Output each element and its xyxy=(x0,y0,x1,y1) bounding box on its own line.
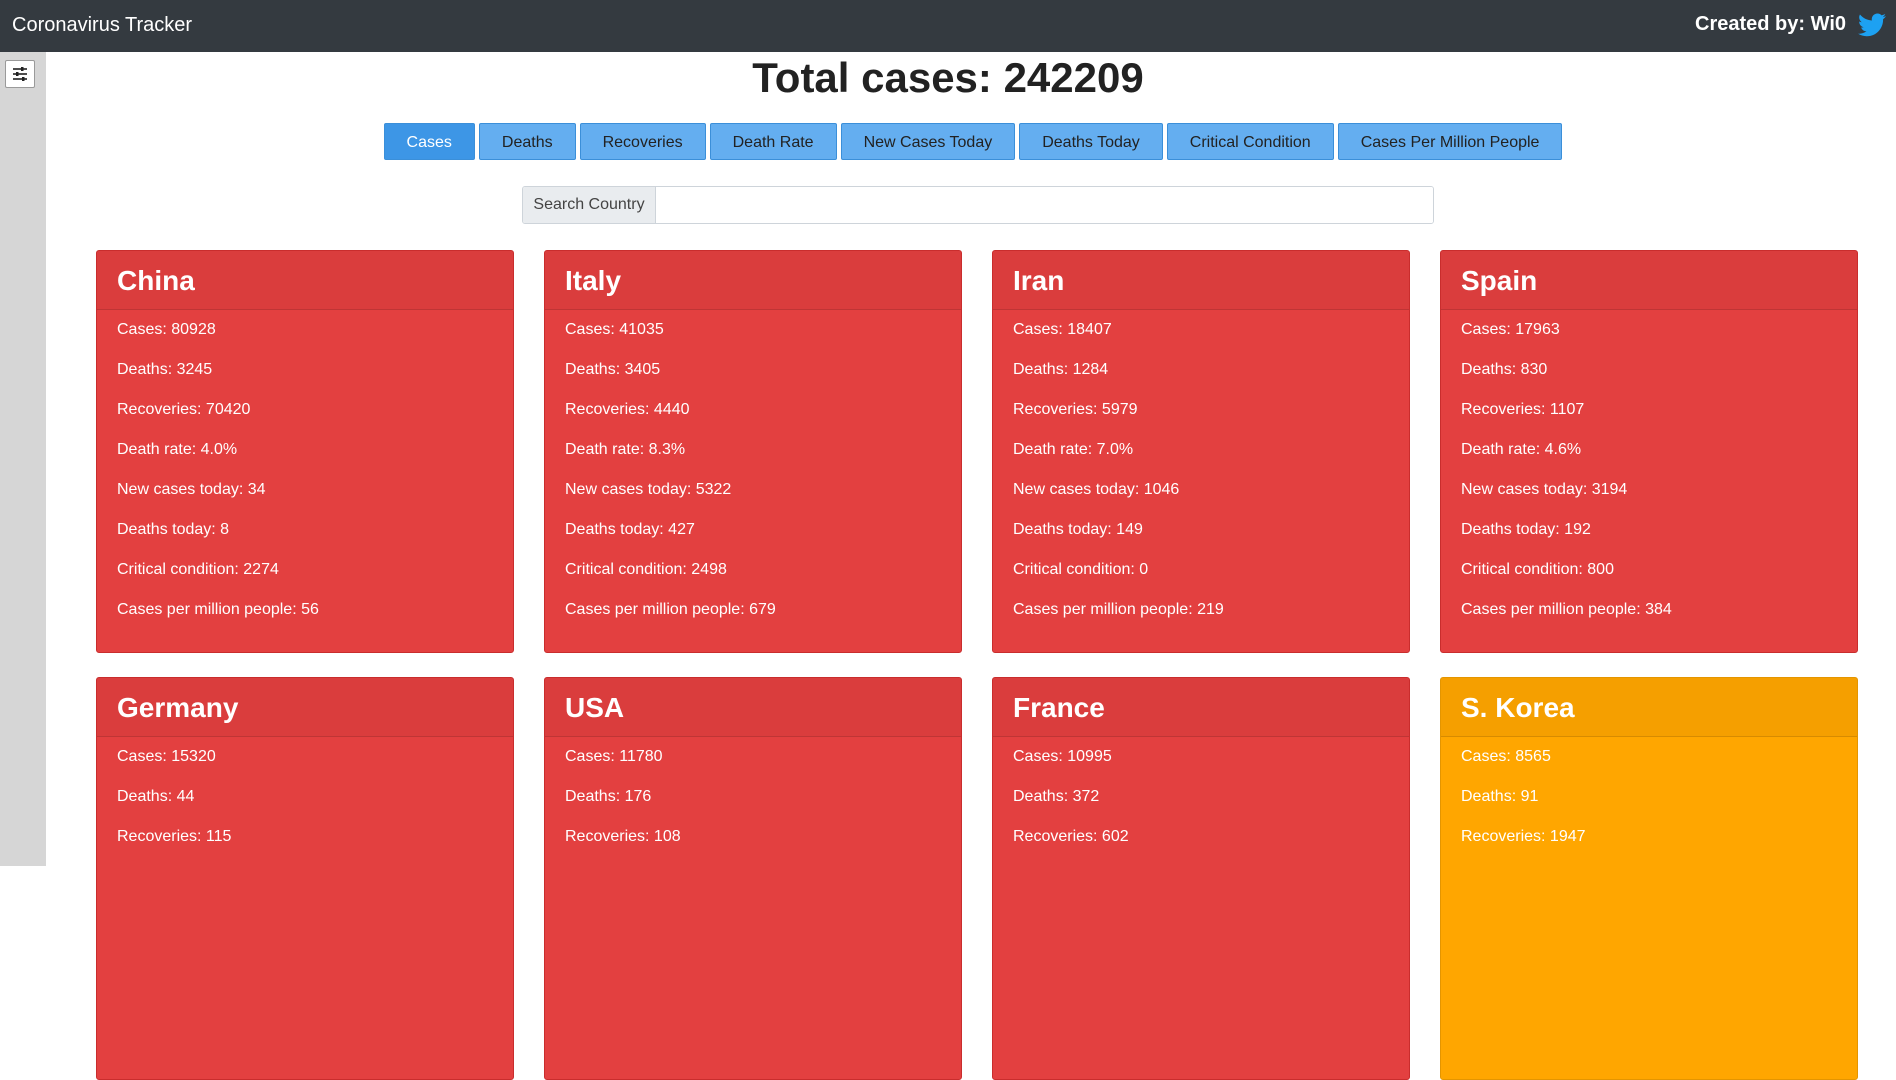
search-country-group: Search Country xyxy=(522,186,1434,224)
country-name: S. Korea xyxy=(1441,678,1857,737)
author-credit: Created by: Wi0 xyxy=(1695,13,1846,35)
country-name: Germany xyxy=(97,678,513,737)
sort-death-rate-button[interactable]: Death Rate xyxy=(709,123,837,160)
country-stat: Deaths: 176 xyxy=(565,788,652,805)
sort-new-cases-today-button[interactable]: New Cases Today xyxy=(840,123,1016,160)
app-title[interactable]: Coronavirus Tracker xyxy=(12,14,192,37)
country-stat: Cases per million people: 679 xyxy=(565,601,776,618)
country-stat: Recoveries: 602 xyxy=(1013,828,1129,845)
country-stat: New cases today: 34 xyxy=(117,481,266,498)
country-card: China Cases: 80928 Deaths: 3245 Recoveries:… xyxy=(96,250,514,653)
sort-cases-button[interactable]: Cases xyxy=(383,123,475,160)
country-stat: Deaths: 830 xyxy=(1461,361,1548,378)
country-stat: New cases today: 3194 xyxy=(1461,481,1628,498)
country-stat: Deaths: 372 xyxy=(1013,788,1100,805)
country-stat: Death rate: 7.0% xyxy=(1013,441,1134,458)
country-stat: New cases today: 1046 xyxy=(1013,481,1180,498)
country-stat: Recoveries: 115 xyxy=(117,828,232,845)
country-stat: Cases per million people: 56 xyxy=(117,601,319,618)
country-stat: Deaths: 1284 xyxy=(1013,361,1109,378)
country-stat: Cases: 17963 xyxy=(1461,321,1560,338)
country-stat: Cases: 10995 xyxy=(1013,748,1112,765)
search-country-label: Search Country xyxy=(523,187,656,223)
country-stat: Recoveries: 1947 xyxy=(1461,828,1586,845)
country-stat: Recoveries: 5979 xyxy=(1013,401,1138,418)
country-card: Spain Cases: 17963 Deaths: 830 Recoveries: … xyxy=(1440,250,1858,653)
country-stat: Cases per million people: 384 xyxy=(1461,601,1672,618)
country-card: Germany Cases: 15320 Deaths: 44 Recoveries:… xyxy=(96,677,514,1080)
country-stat: Deaths: 3405 xyxy=(565,361,661,378)
country-stat: Cases: 41035 xyxy=(565,321,664,338)
country-stat: Cases: 15320 xyxy=(117,748,216,765)
top-navbar: Coronavirus Tracker Created by: Wi0 xyxy=(0,0,1896,52)
country-stat: Deaths today: 192 xyxy=(1461,521,1591,538)
country-stat: Deaths today: 149 xyxy=(1013,521,1143,538)
country-name: USA xyxy=(545,678,961,737)
country-stat: New cases today: 5322 xyxy=(565,481,732,498)
country-stat: Cases: 8565 xyxy=(1461,748,1551,765)
country-stat: Critical condition: 0 xyxy=(1013,561,1149,578)
country-stat: Cases: 18407 xyxy=(1013,321,1112,338)
country-stat: Critical condition: 800 xyxy=(1461,561,1614,578)
country-card: Iran Cases: 18407 Deaths: 1284 Recoveries: … xyxy=(992,250,1410,653)
sort-deaths-button[interactable]: Deaths xyxy=(478,123,576,160)
country-name: China xyxy=(97,251,513,310)
country-stat: Deaths: 44 xyxy=(117,788,195,805)
country-stat: Critical condition: 2498 xyxy=(565,561,727,578)
country-stat: Death rate: 8.3% xyxy=(565,441,686,458)
sort-recoveries-button[interactable]: Recoveries xyxy=(579,123,706,160)
country-stat: Recoveries: 108 xyxy=(565,828,681,845)
country-stat: Recoveries: 70420 xyxy=(117,401,251,418)
country-stat: Deaths: 3245 xyxy=(117,361,213,378)
country-stat: Deaths today: 427 xyxy=(565,521,695,538)
country-name: Italy xyxy=(545,251,961,310)
country-stat: Cases: 80928 xyxy=(117,321,216,338)
country-card: S. Korea Cases: 8565 Deaths: 91 Recoveries:… xyxy=(1440,677,1858,1080)
country-stat: Critical condition: 2274 xyxy=(117,561,279,578)
sort-button-row: Cases Deaths Recoveries Death Rate New C… xyxy=(0,123,1896,160)
total-cases-heading: Total cases: 242209 xyxy=(752,54,1144,101)
country-name: Iran xyxy=(993,251,1409,310)
sort-cases-per-million-button[interactable]: Cases Per Million People xyxy=(1337,123,1563,160)
country-card: USA Cases: 11780 Deaths: 176 Recoveries: 10… xyxy=(544,677,962,1080)
country-stat: Cases: 11780 xyxy=(565,748,663,765)
country-stat: Recoveries: 4440 xyxy=(565,401,690,418)
sort-deaths-today-button[interactable]: Deaths Today xyxy=(1019,123,1163,160)
country-name: Spain xyxy=(1441,251,1857,310)
country-stat: Deaths: 91 xyxy=(1461,788,1539,805)
country-stat: Deaths today: 8 xyxy=(117,521,230,538)
country-stat: Death rate: 4.6% xyxy=(1461,441,1582,458)
country-card: France Cases: 10995 Deaths: 372 Recoveries:… xyxy=(992,677,1410,1080)
search-country-input[interactable] xyxy=(656,187,1433,223)
sort-critical-condition-button[interactable]: Critical Condition xyxy=(1166,123,1334,160)
side-panel xyxy=(0,52,46,866)
country-card: Italy Cases: 41035 Deaths: 3405 Recoveries:… xyxy=(544,250,962,653)
country-stat: Recoveries: 1107 xyxy=(1461,401,1585,418)
country-stat: Death rate: 4.0% xyxy=(117,441,238,458)
country-name: France xyxy=(993,678,1409,737)
twitter-icon[interactable] xyxy=(1858,12,1886,38)
country-stat: Cases per million people: 219 xyxy=(1013,601,1224,618)
country-card-grid: China Cases: 80928 Deaths: 3245 Recoveries:… xyxy=(96,250,1859,1080)
